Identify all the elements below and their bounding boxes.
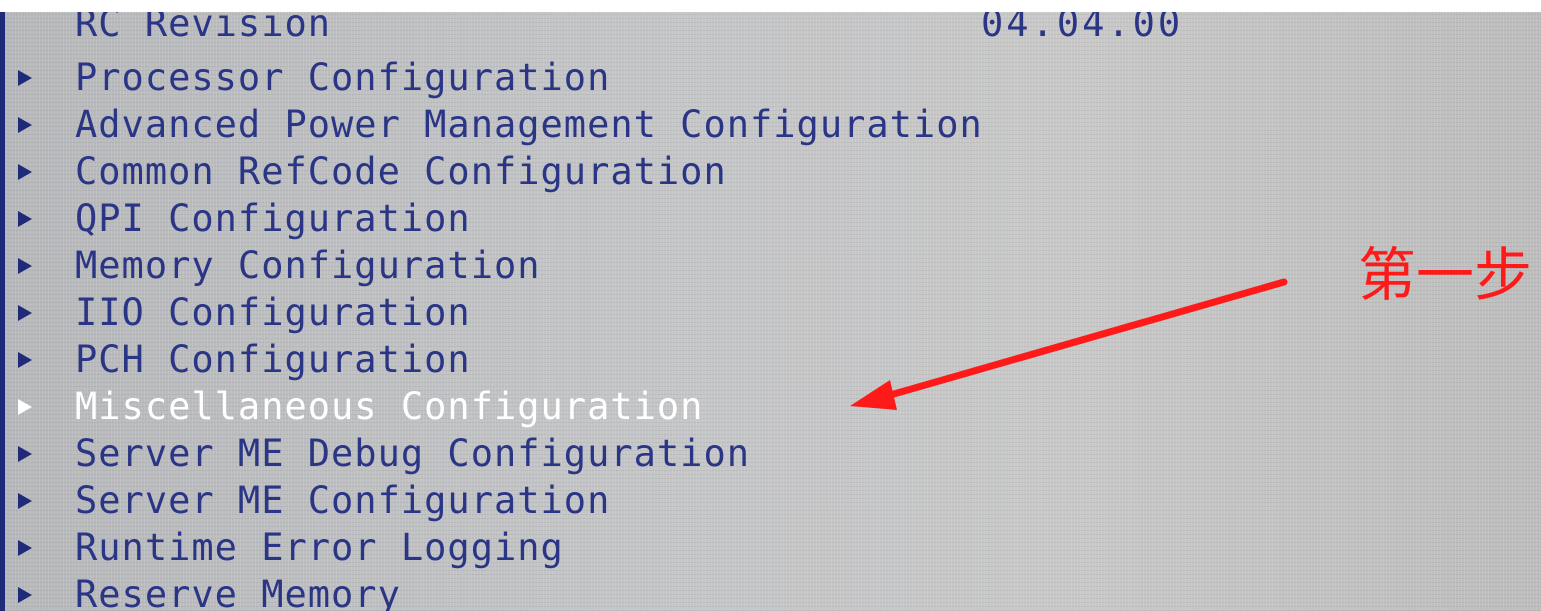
submenu-arrow-icon xyxy=(18,540,32,556)
menu-item-label: Server ME Debug Configuration xyxy=(75,432,751,475)
menu-item-memory-configuration[interactable]: Memory Configuration xyxy=(0,244,1300,291)
menu-item-pch-configuration[interactable]: PCH Configuration xyxy=(0,338,1300,385)
submenu-arrow-icon xyxy=(18,70,32,86)
submenu-arrow-icon xyxy=(18,117,32,133)
submenu-arrow-icon xyxy=(18,352,32,368)
setup-menu: Processor Configuration Advanced Power M… xyxy=(0,56,1300,611)
submenu-arrow-icon xyxy=(18,258,32,274)
menu-item-label: Processor Configuration xyxy=(75,56,611,99)
menu-item-reserve-memory[interactable]: Reserve Memory xyxy=(0,573,1300,611)
menu-item-label: Common RefCode Configuration xyxy=(75,150,727,193)
menu-item-label: Advanced Power Management Configuration xyxy=(75,103,983,146)
submenu-arrow-icon xyxy=(18,211,32,227)
submenu-arrow-icon xyxy=(18,399,32,415)
menu-item-server-me-debug-configuration[interactable]: Server ME Debug Configuration xyxy=(0,432,1300,479)
menu-item-qpi-configuration[interactable]: QPI Configuration xyxy=(0,197,1300,244)
rc-revision-value: 04.04.00 xyxy=(981,12,1184,45)
menu-item-miscellaneous-configuration[interactable]: Miscellaneous Configuration xyxy=(0,385,1300,432)
submenu-arrow-icon xyxy=(18,446,32,462)
menu-item-label: Memory Configuration xyxy=(75,244,541,287)
rc-revision-label: RC Revision xyxy=(75,12,332,45)
menu-item-processor-configuration[interactable]: Processor Configuration xyxy=(0,56,1300,103)
bios-screen: RC Revision 04.04.00 Processor Configura… xyxy=(0,12,1541,611)
menu-item-label: Server ME Configuration xyxy=(75,479,611,522)
menu-item-runtime-error-logging[interactable]: Runtime Error Logging xyxy=(0,526,1300,573)
submenu-arrow-icon xyxy=(18,587,32,603)
menu-item-server-me-configuration[interactable]: Server ME Configuration xyxy=(0,479,1300,526)
menu-item-label: PCH Configuration xyxy=(75,338,471,381)
rc-revision-row: RC Revision 04.04.00 xyxy=(75,12,1525,45)
submenu-arrow-icon xyxy=(18,493,32,509)
menu-item-label: QPI Configuration xyxy=(75,197,471,240)
annotation-step-label: 第一步 xyxy=(1358,241,1533,309)
menu-item-label: Runtime Error Logging xyxy=(75,526,564,569)
menu-item-common-refcode-configuration[interactable]: Common RefCode Configuration xyxy=(0,150,1300,197)
submenu-arrow-icon xyxy=(18,164,32,180)
menu-item-iio-configuration[interactable]: IIO Configuration xyxy=(0,291,1300,338)
menu-item-advanced-power-management-configuration[interactable]: Advanced Power Management Configuration xyxy=(0,103,1300,150)
top-band xyxy=(0,0,1541,12)
menu-item-label: IIO Configuration xyxy=(75,291,471,334)
submenu-arrow-icon xyxy=(18,305,32,321)
menu-item-label: Reserve Memory xyxy=(75,573,401,611)
menu-item-label: Miscellaneous Configuration xyxy=(75,385,704,428)
